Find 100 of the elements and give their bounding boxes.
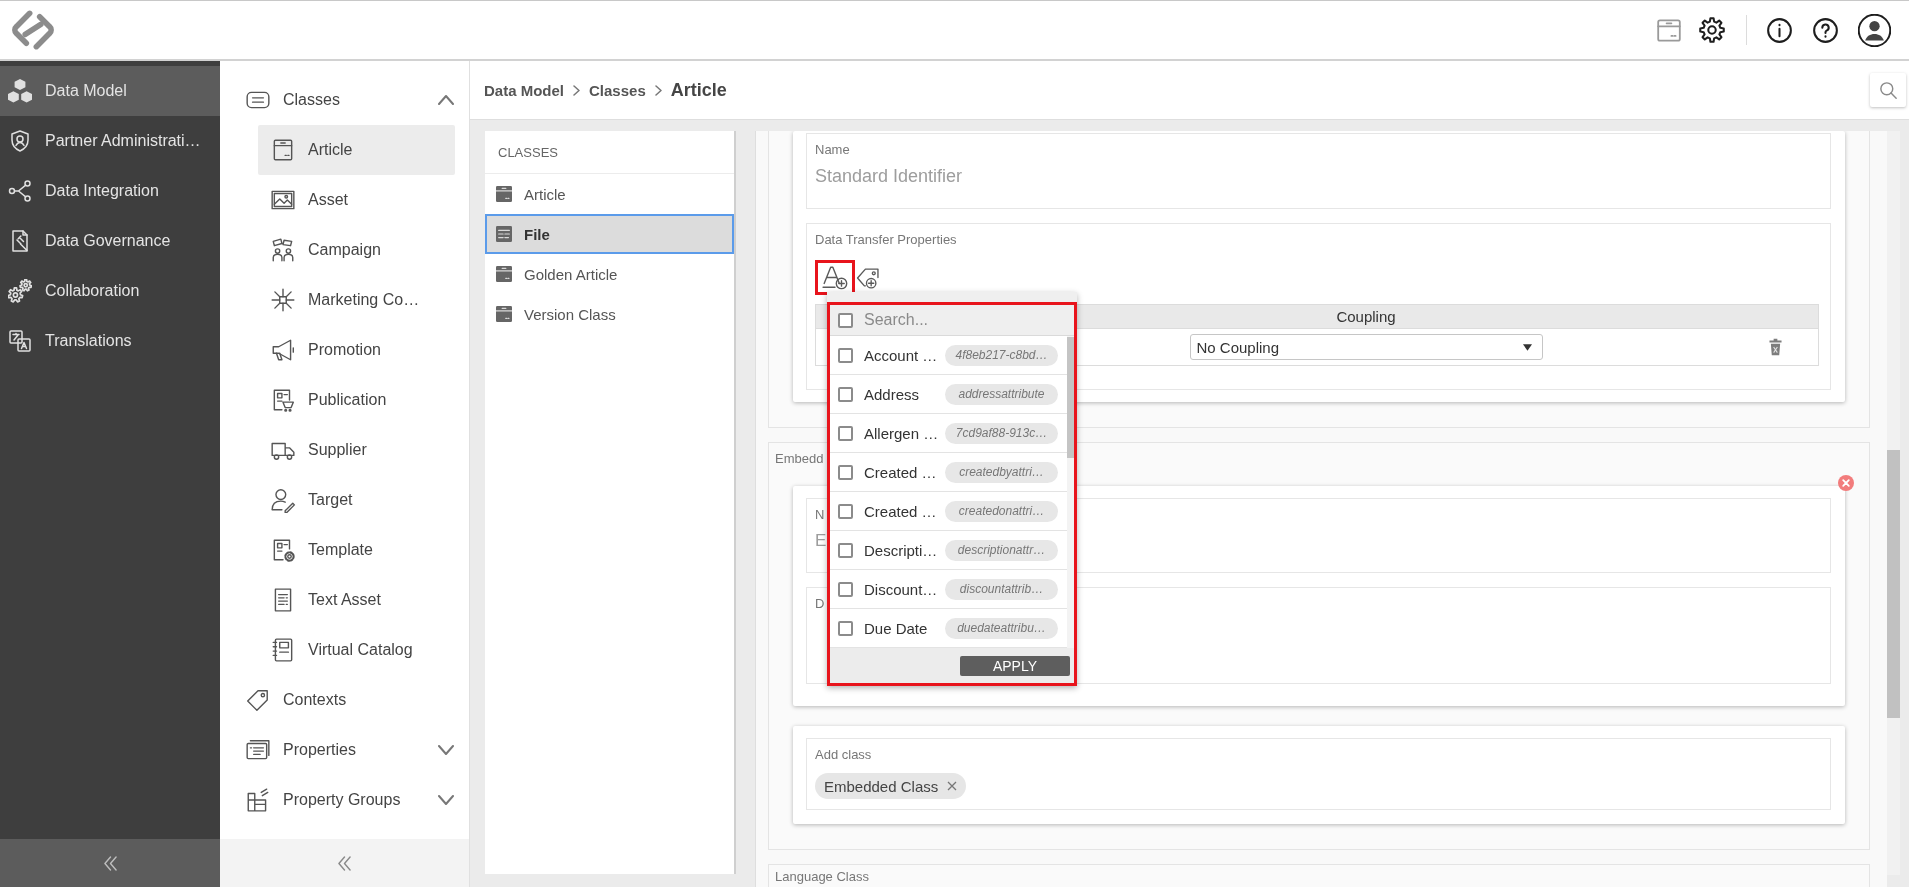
option-label: Descripti… (864, 541, 939, 559)
nav-item[interactable]: Contexts (220, 675, 469, 725)
search-button[interactable] (1870, 73, 1906, 107)
box-icon (496, 266, 512, 282)
nav-subitem[interactable]: Campaign (258, 225, 455, 275)
search-field[interactable]: Search... (864, 311, 1034, 329)
box-icon (496, 306, 512, 322)
attribute-id-tag: duedateattribu… (945, 617, 1058, 639)
font-plus-icon (822, 265, 848, 290)
add-class-field[interactable]: Add class Embedded Class (806, 738, 1831, 810)
settings-icon[interactable] (1699, 17, 1725, 43)
attribute-id-tag: 7cd9af88-913c… (945, 422, 1058, 444)
shield-icon (8, 129, 32, 153)
nav-subitem[interactable]: Promotion (258, 325, 455, 375)
breadcrumb-link[interactable]: Data Model (484, 81, 564, 99)
name-field[interactable]: Name Standard Identifier (806, 133, 1831, 209)
person-pen-icon (270, 487, 296, 513)
attribute-option[interactable]: Allergen … 7cd9af88-913c… (830, 414, 1067, 453)
class-list-item[interactable]: Article (485, 174, 734, 214)
info-icon[interactable] (1767, 17, 1792, 43)
form-icon (496, 226, 512, 242)
attribute-option[interactable]: Created … createdonattri… (830, 492, 1067, 531)
field-label: Data Transfer Properties (815, 232, 957, 248)
apply-button[interactable]: APPLY (960, 655, 1070, 676)
nav-subitem[interactable]: Publication (258, 375, 455, 425)
nav-subitem[interactable]: Article (258, 125, 455, 175)
stack-icon (245, 787, 271, 813)
add-attribute-button[interactable] (822, 265, 848, 290)
nav-item[interactable]: Data Model (0, 66, 220, 116)
tag-label: Embedded Class (824, 777, 939, 795)
user-avatar-icon[interactable] (1858, 13, 1891, 47)
nav-item[interactable]: Partner Administrati… (0, 116, 220, 166)
class-list-item[interactable]: Golden Article (485, 254, 734, 294)
checkbox[interactable] (838, 464, 853, 480)
package-icon[interactable] (1657, 18, 1681, 42)
scrollbar-thumb[interactable] (1887, 450, 1900, 718)
nav-subitem[interactable]: Asset (258, 175, 455, 225)
nav-item[interactable]: Collaboration (0, 266, 220, 316)
attribute-option[interactable]: Due Date duedateattribu… (830, 609, 1067, 648)
option-label: Created … (864, 463, 938, 481)
field-label: D (815, 596, 825, 612)
nav-item[interactable]: Properties (220, 725, 469, 775)
megaphone-icon (270, 337, 296, 363)
tag-plus-icon[interactable] (856, 266, 879, 289)
breadcrumb-link[interactable]: Article (670, 79, 727, 101)
chevron-right-icon (573, 84, 580, 96)
coupling-select[interactable]: No Coupling (1189, 334, 1543, 360)
attribute-id-tag: createdbyattri… (945, 461, 1058, 483)
checkbox[interactable] (838, 347, 853, 363)
checkbox[interactable] (838, 503, 853, 519)
close-icon[interactable] (1838, 475, 1854, 491)
attribute-option[interactable]: Descripti… descriptionattr… (830, 531, 1067, 570)
nav-subitem[interactable]: Supplier (258, 425, 455, 475)
search-icon (1879, 81, 1897, 99)
attribute-option[interactable]: Address addressattribute (830, 375, 1067, 414)
help-icon[interactable] (1813, 17, 1838, 43)
breadcrumb-link[interactable]: Classes (589, 81, 646, 99)
section-label: Language Class (775, 868, 869, 885)
section-label: Embedd (775, 450, 824, 467)
class-list-item[interactable]: Version Class (485, 294, 734, 334)
nav-item[interactable]: Classes (220, 75, 469, 125)
double-chevron-left-icon (338, 855, 351, 871)
share-nodes-icon (8, 179, 32, 203)
attribute-id-tag: 4f8eb217-c8bd… (945, 344, 1058, 366)
checkbox[interactable] (838, 425, 853, 441)
checkbox[interactable] (838, 542, 853, 558)
field-value: Standard Identifier (815, 165, 963, 188)
option-label: Created … (864, 502, 938, 520)
logo-icon[interactable] (10, 10, 56, 50)
checkbox[interactable] (838, 581, 853, 597)
attribute-option[interactable]: Created … createdbyattri… (830, 453, 1067, 492)
attribute-option[interactable]: Discount… discountattrib… (830, 570, 1067, 609)
scrollbar-thumb[interactable] (1067, 337, 1074, 458)
nav-item[interactable]: Data Integration (0, 166, 220, 216)
nav-subitem[interactable]: Template (258, 525, 455, 575)
attribute-id-tag: createdonattri… (945, 500, 1058, 522)
caret-icon (1522, 343, 1532, 351)
option-label: Allergen … (864, 424, 940, 442)
chevron-right-icon (654, 84, 662, 96)
nav-item[interactable]: Property Groups (220, 775, 469, 825)
attribute-id-tag: addressattribute (945, 383, 1058, 405)
nav-subitem[interactable]: Virtual Catalog (258, 625, 455, 675)
select-all-checkbox[interactable] (838, 312, 853, 328)
nav-subitem[interactable]: Marketing Co… (258, 275, 455, 325)
panel-title: CLASSES (485, 131, 734, 174)
nav-item[interactable]: Translations (0, 316, 220, 366)
trash-icon[interactable] (1769, 338, 1782, 356)
tag-icon (245, 687, 271, 713)
nav-subitem[interactable]: Target (258, 475, 455, 525)
field-label: Name (815, 142, 850, 158)
attribute-option[interactable]: Account … 4f8eb217-c8bd… (830, 336, 1067, 375)
double-chevron-left-icon (103, 855, 117, 871)
field-value: E (815, 530, 827, 552)
remove-icon[interactable] (947, 781, 958, 791)
class-list-item[interactable]: File (485, 214, 734, 254)
nav-item[interactable]: Data Governance (0, 216, 220, 266)
nav-subitem[interactable]: Text Asset (258, 575, 455, 625)
field-label: N (815, 507, 825, 523)
checkbox[interactable] (838, 620, 853, 636)
checkbox[interactable] (838, 386, 853, 402)
